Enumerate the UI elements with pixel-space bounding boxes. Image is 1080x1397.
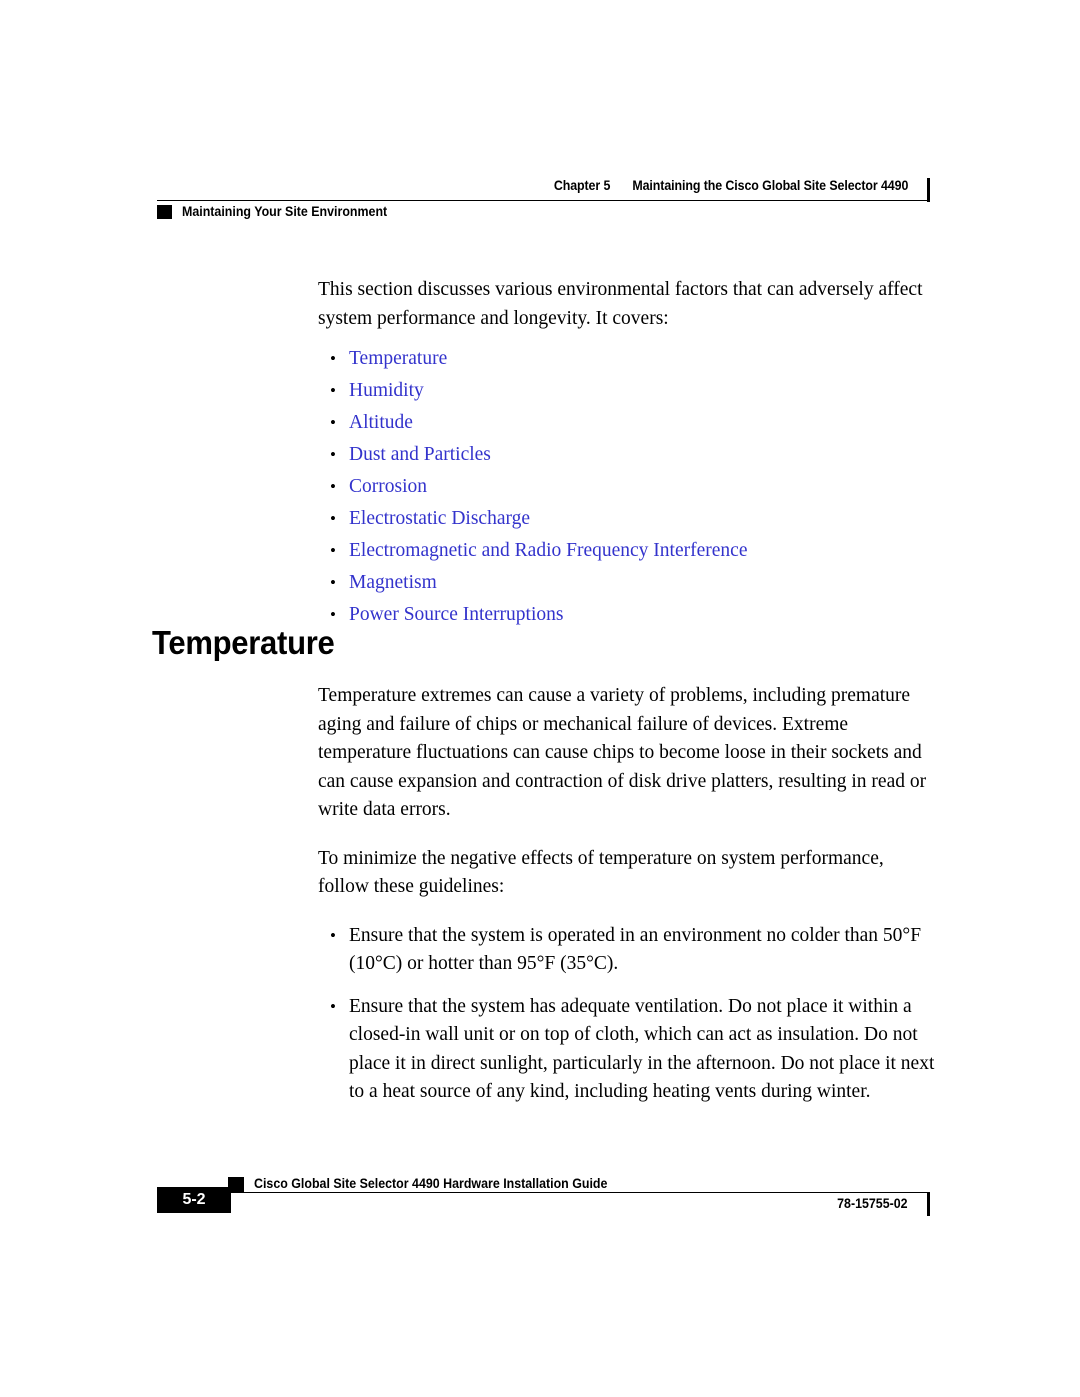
page-header: Chapter 5 Maintaining the Cisco Global Si…	[157, 178, 930, 228]
list-item[interactable]: Dust and Particles	[318, 443, 933, 466]
footer-edge-tick	[927, 1192, 930, 1216]
header-chapter-line: Chapter 5 Maintaining the Cisco Global Si…	[553, 178, 909, 193]
xref-link-magnetism[interactable]: Magnetism	[349, 572, 437, 593]
header-rule	[157, 200, 930, 201]
header-chapter-title: Maintaining the Cisco Global Site Select…	[632, 178, 908, 193]
list-item[interactable]: Temperature	[318, 347, 933, 370]
list-item[interactable]: Electromagnetic and Radio Frequency Inte…	[318, 539, 933, 562]
section-paragraph-1: Temperature extremes can cause a variety…	[318, 685, 927, 820]
document-page: Chapter 5 Maintaining the Cisco Global Si…	[0, 0, 1080, 1397]
header-edge-tick	[927, 178, 930, 202]
list-item[interactable]: Magnetism	[318, 571, 933, 594]
list-item[interactable]: Electrostatic Discharge	[318, 507, 933, 530]
footer-document-number: 78-15755-02	[837, 1196, 908, 1211]
header-chapter-label: Chapter 5	[553, 178, 611, 193]
header-section-title: Maintaining Your Site Environment	[182, 204, 388, 219]
list-item: Ensure that the system has adequate vent…	[318, 993, 936, 1107]
section-heading-temperature: Temperature	[152, 624, 335, 661]
section-paragraph-2: To minimize the negative effects of temp…	[318, 847, 884, 898]
xref-link-altitude[interactable]: Altitude	[349, 412, 413, 433]
intro-paragraph: This section discusses various environme…	[318, 279, 923, 329]
list-item: Ensure that the system is operated in an…	[318, 922, 936, 979]
footer-guide-title: Cisco Global Site Selector 4490 Hardware…	[254, 1176, 608, 1191]
list-item[interactable]: Power Source Interruptions	[318, 603, 933, 626]
xref-link-electromagnetic-and-radio-frequency-interference[interactable]: Electromagnetic and Radio Frequency Inte…	[349, 540, 747, 561]
list-item[interactable]: Altitude	[318, 411, 933, 434]
list-item[interactable]: Corrosion	[318, 475, 933, 498]
xref-link-electrostatic-discharge[interactable]: Electrostatic Discharge	[349, 508, 530, 529]
section-body-temperature: Temperature extremes can cause a variety…	[318, 682, 936, 1121]
guidelines-list: Ensure that the system is operated in an…	[318, 922, 936, 1107]
xref-link-corrosion[interactable]: Corrosion	[349, 476, 427, 497]
header-square-marker-icon	[157, 205, 172, 219]
footer-rule	[228, 1192, 930, 1193]
xref-link-humidity[interactable]: Humidity	[349, 380, 424, 401]
footer-page-number: 5-2	[182, 1191, 206, 1208]
xref-link-dust-and-particles[interactable]: Dust and Particles	[349, 444, 491, 465]
list-item[interactable]: Humidity	[318, 379, 933, 402]
xref-link-temperature[interactable]: Temperature	[349, 348, 447, 369]
cross-reference-list: Temperature Humidity Altitude Dust and P…	[318, 347, 933, 626]
intro-content: This section discusses various environme…	[318, 276, 933, 635]
xref-link-power-source-interruptions[interactable]: Power Source Interruptions	[349, 604, 563, 625]
page-footer: Cisco Global Site Selector 4490 Hardware…	[157, 1168, 930, 1228]
